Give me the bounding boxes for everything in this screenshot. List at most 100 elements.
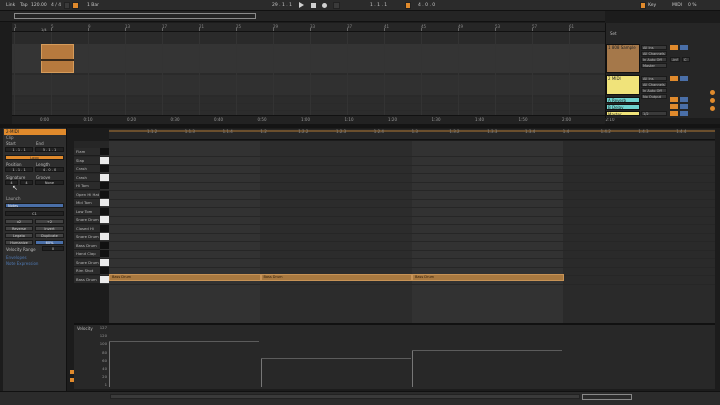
- piano-key[interactable]: [100, 224, 109, 233]
- drum-pad-label[interactable]: Open Hi Hat: [74, 190, 100, 199]
- solo-button[interactable]: [680, 76, 688, 81]
- metronome-button[interactable]: [72, 2, 79, 9]
- volume-field[interactable]: -inf: [670, 57, 680, 62]
- piano-key[interactable]: [100, 165, 109, 173]
- input-type-select[interactable]: All Ins: [641, 45, 667, 50]
- note-expression-section[interactable]: Note Expression: [4, 261, 66, 266]
- time-signature[interactable]: 4 / 4: [51, 2, 61, 9]
- tap-button[interactable]: Tap: [20, 2, 28, 9]
- play-icon[interactable]: [299, 2, 304, 8]
- invert-button[interactable]: Invert: [35, 226, 64, 231]
- output-select[interactable]: No Output: [641, 94, 667, 99]
- drum-pad-label[interactable]: Crash: [74, 165, 100, 173]
- legato-button[interactable]: Legato: [5, 233, 33, 238]
- drum-pad-label[interactable]: Slap: [74, 156, 100, 165]
- drum-pad-label[interactable]: Hand Clap: [74, 250, 100, 258]
- track-activator[interactable]: [670, 97, 678, 102]
- midi-note[interactable]: Bass Drum: [260, 274, 412, 281]
- velocity-level[interactable]: [412, 349, 562, 351]
- track-name[interactable]: 1 808 Sample: [608, 45, 636, 50]
- track-name[interactable]: A Reverb: [608, 98, 626, 103]
- drum-pad-label[interactable]: Snare Drum: [74, 233, 100, 241]
- double-button[interactable]: x2: [5, 219, 33, 224]
- drum-pad-label[interactable]: Closed Hi Hat: [74, 224, 100, 239]
- key-map-button[interactable]: [640, 2, 646, 9]
- midi-map-label[interactable]: MIDI: [672, 2, 682, 9]
- groove-select[interactable]: None: [35, 180, 64, 185]
- key-map-label[interactable]: Key: [648, 2, 656, 9]
- loop-toggle[interactable]: Loop: [5, 155, 64, 160]
- arrangement-ruler[interactable]: 1591317212529333741454953576165: [12, 23, 611, 32]
- track-lane-1[interactable]: [12, 44, 605, 73]
- link-button[interactable]: Link: [6, 2, 15, 9]
- drum-pad-label[interactable]: Rim Shot: [74, 267, 100, 275]
- solo-icon[interactable]: [710, 98, 715, 103]
- solo-button[interactable]: [680, 45, 688, 50]
- drum-pad-label[interactable]: Bass Drum: [74, 275, 100, 284]
- humanize-amount[interactable]: 60%: [35, 240, 64, 245]
- velocity-stem[interactable]: [109, 341, 110, 387]
- start-field[interactable]: 1 . 1 . 1: [5, 147, 33, 152]
- sig-denominator[interactable]: 4: [20, 180, 33, 185]
- piano-key[interactable]: [100, 258, 109, 267]
- monitor-switch[interactable]: In Auto Off: [641, 57, 667, 62]
- track-lane-return-a[interactable]: [12, 97, 605, 103]
- track-lane-return-b[interactable]: [12, 104, 605, 110]
- length-field[interactable]: 4 . 0 . 0: [35, 167, 64, 172]
- piano-key[interactable]: [100, 199, 109, 207]
- input-channel-select[interactable]: All Channels: [641, 51, 667, 56]
- launch-section[interactable]: Launch: [4, 196, 66, 201]
- horizontal-scrollbar[interactable]: [110, 394, 580, 399]
- envelopes-section[interactable]: Envelopes: [4, 255, 66, 260]
- track-solo[interactable]: [680, 104, 688, 109]
- duplicate-button[interactable]: Duplicate: [35, 233, 64, 238]
- output-select[interactable]: 1/2: [641, 111, 667, 116]
- piano-key[interactable]: [100, 207, 109, 216]
- metronome-quantize[interactable]: 1 Bar: [87, 2, 99, 9]
- note-range[interactable]: C1: [5, 211, 64, 216]
- zoom-box[interactable]: [582, 394, 632, 400]
- track-activator[interactable]: [670, 111, 678, 116]
- midi-note[interactable]: Bass Drum: [412, 274, 564, 281]
- view-splitter[interactable]: [0, 124, 720, 128]
- track-solo[interactable]: [680, 111, 688, 116]
- reverse-button[interactable]: Reverse: [5, 226, 33, 231]
- drum-pad-label[interactable]: Bass Drum: [74, 241, 100, 250]
- piano-key[interactable]: [100, 275, 109, 284]
- track-lane-2[interactable]: [12, 75, 605, 95]
- drum-pad-label[interactable]: Snare Drum: [74, 258, 100, 267]
- piano-key[interactable]: [100, 182, 109, 190]
- overdub-button[interactable]: [333, 2, 340, 9]
- input-channel-select[interactable]: All Channels: [641, 82, 667, 87]
- piano-key[interactable]: [100, 156, 109, 165]
- position-field[interactable]: 1 . 1 . 1: [5, 167, 33, 172]
- velocity-level[interactable]: [109, 341, 259, 343]
- track-name[interactable]: 2 MIDI: [608, 76, 621, 81]
- loop-start[interactable]: 1 . 1 . 1: [370, 2, 387, 9]
- humanize-button[interactable]: Humanize: [5, 240, 33, 245]
- piano-key[interactable]: [100, 190, 109, 199]
- halve-button[interactable]: ÷2: [35, 219, 64, 224]
- end-field[interactable]: 5 . 1 . 1: [35, 147, 64, 152]
- arm-button[interactable]: [670, 76, 678, 81]
- arm-icon[interactable]: [710, 90, 715, 95]
- drum-pad-label[interactable]: Hi Tom: [74, 182, 100, 190]
- piano-key[interactable]: [100, 250, 109, 258]
- velocity-level[interactable]: [260, 357, 411, 359]
- drum-pad-label[interactable]: Flam: [74, 148, 100, 156]
- arrangement-position[interactable]: 29 . 1 . 1: [272, 2, 292, 9]
- mute-icon[interactable]: [710, 106, 715, 111]
- overview-view-box[interactable]: [14, 13, 256, 19]
- drum-pad-label[interactable]: Snare Drum: [74, 216, 100, 224]
- drum-pad-label[interactable]: Low Tom: [74, 207, 100, 216]
- piano-key[interactable]: [100, 267, 109, 275]
- dot-toggle[interactable]: [64, 2, 70, 9]
- velocity-range-field[interactable]: 0: [42, 246, 64, 251]
- stop-icon[interactable]: [311, 3, 316, 8]
- velocity-lane[interactable]: [74, 323, 715, 389]
- pan-field[interactable]: C: [682, 57, 690, 62]
- drum-pad-label[interactable]: Crash: [74, 173, 100, 182]
- record-icon[interactable]: [322, 3, 327, 8]
- piano-key[interactable]: [100, 173, 109, 182]
- track-name[interactable]: Master: [608, 112, 622, 117]
